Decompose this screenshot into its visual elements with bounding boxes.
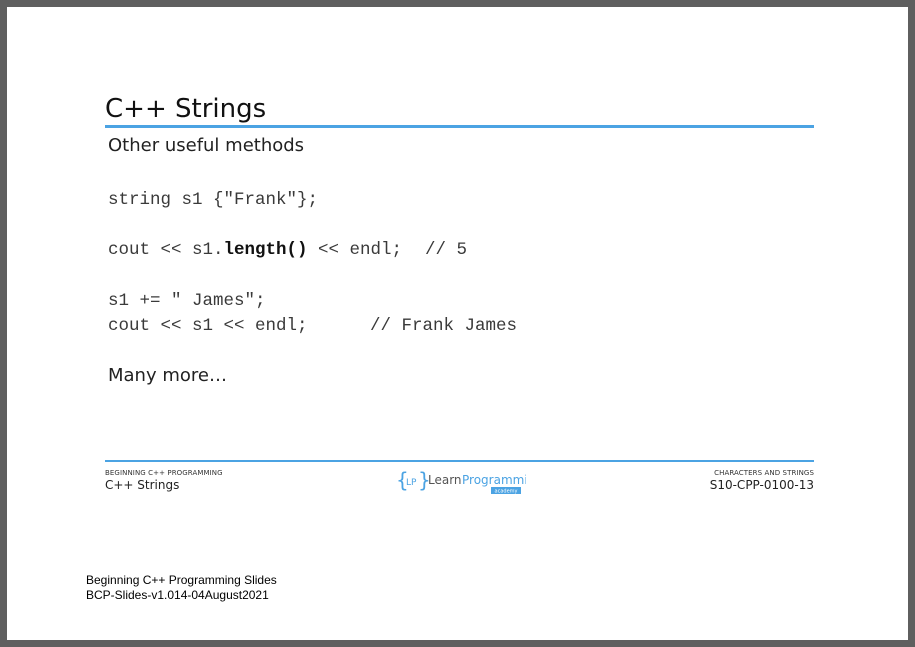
title-divider [105, 125, 814, 128]
document-page: C++ Strings Other useful methods string … [7, 7, 908, 640]
logo-initials: LP [406, 478, 417, 488]
document-title-note: Beginning C++ Programming Slides [86, 573, 277, 587]
logo-name-programming: Programming [462, 473, 526, 487]
code-method-length: length() [223, 240, 308, 260]
code-line-4: cout << s1 << endl; [108, 316, 308, 336]
code-line-2-post: << endl; [307, 240, 403, 260]
footer-topic: C++ Strings [105, 478, 180, 492]
footer-section-label: CHARACTERS AND STRINGS [714, 469, 814, 477]
learn-programming-logo: { LP } Learn Programming academy [396, 468, 543, 495]
document-version-note: BCP-Slides-v1.014-04August2021 [86, 588, 269, 602]
code-line-1: string s1 {"Frank"}; [108, 190, 319, 210]
slide-subtitle: Other useful methods [108, 135, 305, 156]
logo-name-learn: Learn [428, 473, 462, 487]
footer-course-label: BEGINNING C++ PROGRAMMING [105, 469, 223, 477]
logo-graphic: { LP } Learn Programming academy [396, 468, 543, 495]
code-line-2-pre: cout << s1. [108, 240, 224, 260]
code-comment-2: // Frank James [370, 316, 518, 336]
code-comment-1: // 5 [425, 240, 468, 260]
many-more-text: Many more… [108, 365, 227, 386]
code-line-3: s1 += " James"; [108, 291, 266, 311]
footer-slide-id: S10-CPP-0100-13 [709, 478, 814, 492]
footer-divider [105, 460, 814, 462]
slide-title: C++ Strings [105, 94, 267, 124]
logo-tag: academy [495, 489, 518, 495]
code-line-2: cout << s1.length() << endl; [108, 240, 402, 260]
